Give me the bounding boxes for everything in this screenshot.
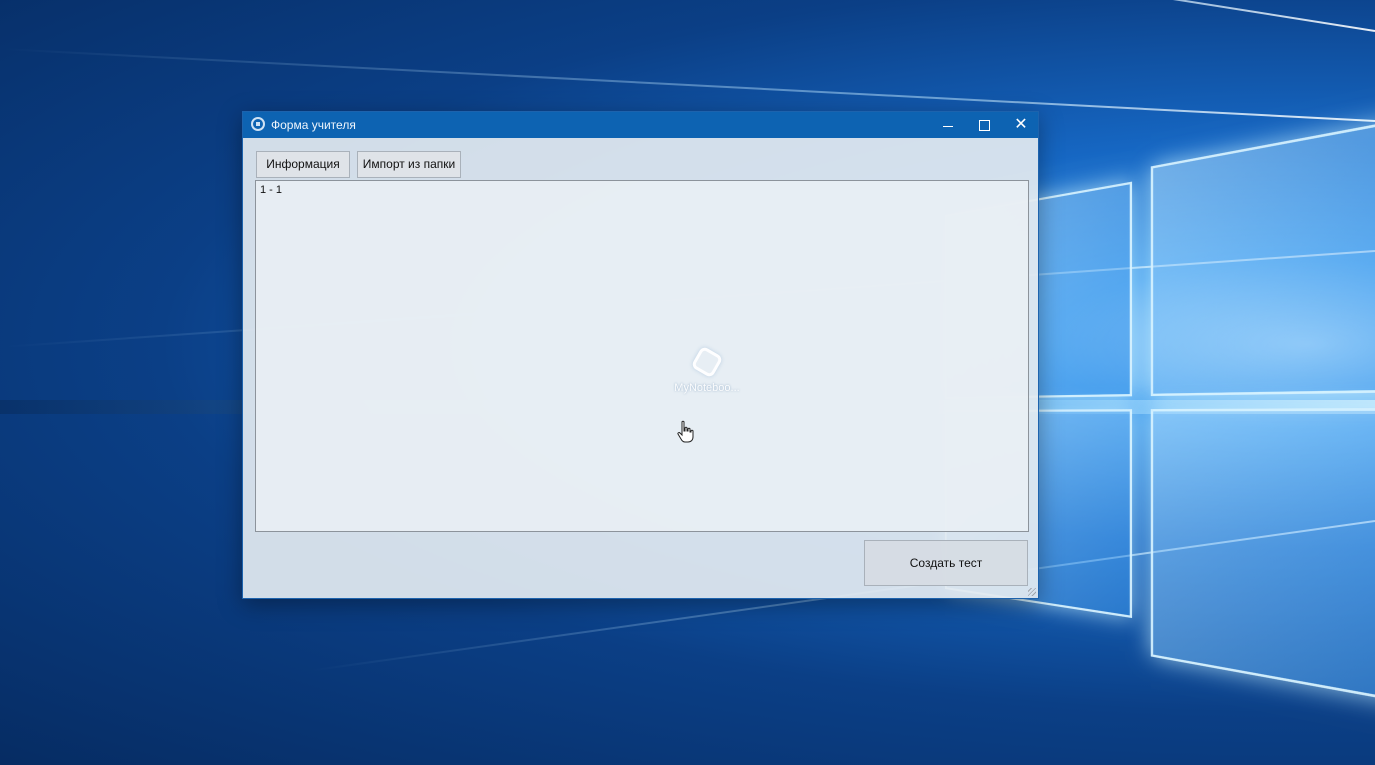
info-button[interactable]: Информация — [256, 151, 350, 178]
minimize-button[interactable] — [930, 112, 966, 138]
close-icon: ✕ — [1014, 116, 1028, 133]
minimize-icon — [943, 125, 953, 127]
close-button[interactable]: ✕ — [1003, 112, 1039, 138]
import-from-folder-button[interactable]: Импорт из папки — [357, 151, 461, 178]
drag-ghost-label: MyNoteboo... — [674, 382, 740, 394]
maximize-icon — [978, 119, 990, 131]
app-icon — [251, 117, 265, 131]
test-list[interactable]: 1 - 1 — [255, 180, 1029, 532]
window-title: Форма учителя — [271, 118, 356, 132]
teacher-form-window: Форма учителя ✕ Информация Импорт из пап… — [242, 111, 1039, 599]
resize-grip[interactable] — [1028, 588, 1036, 596]
title-bar[interactable]: Форма учителя ✕ — [243, 112, 1038, 138]
drag-ghost: MyNoteboo... — [668, 345, 746, 402]
hand-cursor-icon — [677, 420, 694, 443]
desktop: Форма учителя ✕ Информация Импорт из пап… — [0, 0, 1375, 765]
list-item[interactable]: 1 - 1 — [260, 184, 282, 196]
folder-ghost-icon — [690, 345, 724, 379]
create-test-button[interactable]: Создать тест — [864, 540, 1028, 586]
light-ray — [313, 0, 1375, 32]
maximize-button[interactable] — [966, 112, 1002, 138]
